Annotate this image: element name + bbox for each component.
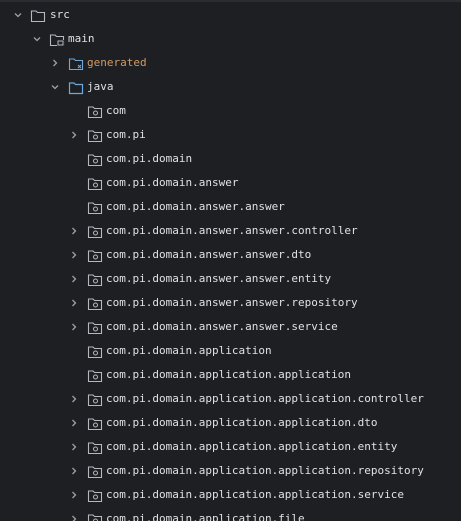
chevron-right-icon[interactable] (68, 483, 80, 507)
package-icon (87, 296, 103, 311)
chevron-right-icon[interactable] (68, 243, 80, 267)
package-icon (87, 464, 103, 479)
package-icon (87, 392, 103, 407)
chevron-right-icon[interactable] (68, 123, 80, 147)
tree-node-label: com.pi.domain.answer (106, 176, 239, 189)
tree-node-label: java (87, 80, 114, 93)
tree-node-label: com.pi.domain.application (106, 344, 272, 357)
package-icon (87, 248, 103, 263)
tree-node-package[interactable]: com.pi.domain (0, 147, 461, 171)
tree-node-label: com (106, 104, 126, 117)
package-icon (87, 344, 103, 359)
package-icon (87, 200, 103, 215)
package-icon (87, 176, 103, 191)
tree-node-label: com.pi.domain.application.application.re… (106, 464, 424, 477)
tree-node-main[interactable]: main (0, 27, 461, 51)
chevron-right-icon[interactable] (68, 459, 80, 483)
tree-node-package[interactable]: com.pi.domain.application.application.re… (0, 459, 461, 483)
chevron-right-icon[interactable] (68, 435, 80, 459)
tree-node-java[interactable]: java (0, 75, 461, 99)
tree-node-label: com.pi.domain.application.application.dt… (106, 416, 378, 429)
tree-node-label: com.pi.domain (106, 152, 193, 165)
tree-node-package[interactable]: com.pi.domain.application (0, 339, 461, 363)
project-tree[interactable]: src main generated java com com.pi com.pi.… (0, 3, 461, 521)
tree-node-package[interactable]: com.pi.domain.application.application (0, 363, 461, 387)
tree-node-label: com.pi.domain.application.application.co… (106, 392, 424, 405)
tree-node-label: com.pi.domain.application.file (106, 512, 305, 521)
tree-node-package[interactable]: com.pi.domain.application.application.se… (0, 483, 461, 507)
tree-node-label: src (50, 8, 70, 21)
panel-top-border (0, 0, 461, 2)
chevron-right-icon[interactable] (68, 315, 80, 339)
tree-node-label: com.pi.domain.application.application.se… (106, 488, 405, 501)
tree-node-package[interactable]: com.pi.domain.application.application.co… (0, 387, 461, 411)
tree-node-package[interactable]: com.pi.domain.answer.answer.entity (0, 267, 461, 291)
package-icon (87, 440, 103, 455)
package-list: com com.pi com.pi.domain com.pi.domain.answ… (0, 99, 461, 521)
tree-node-generated[interactable]: generated (0, 51, 461, 75)
folder-icon (30, 8, 46, 23)
tree-node-label: com.pi.domain.application.application.en… (106, 440, 398, 453)
tree-node-package[interactable]: com.pi (0, 123, 461, 147)
generated-folder-icon (68, 56, 84, 71)
tree-node-label: main (68, 32, 95, 45)
tree-node-package[interactable]: com.pi.domain.application.file (0, 507, 461, 521)
package-icon (87, 320, 103, 335)
tree-node-package[interactable]: com.pi.domain.application.application.en… (0, 435, 461, 459)
chevron-down-icon[interactable] (49, 75, 61, 99)
chevron-right-icon[interactable] (68, 507, 80, 521)
package-icon (87, 368, 103, 383)
tree-node-label: com.pi (106, 128, 146, 141)
package-icon (87, 512, 103, 521)
package-icon (87, 128, 103, 143)
tree-node-package[interactable]: com.pi.domain.answer.answer.controller (0, 219, 461, 243)
chevron-right-icon[interactable] (68, 267, 80, 291)
tree-node-label: com.pi.domain.answer.answer.repository (106, 296, 358, 309)
tree-node-package[interactable]: com.pi.domain.application.application.dt… (0, 411, 461, 435)
tree-node-label: com.pi.domain.answer.answer (106, 200, 285, 213)
tree-node-label: com.pi.domain.answer.answer.dto (106, 248, 312, 261)
chevron-down-icon[interactable] (12, 3, 24, 27)
tree-node-package[interactable]: com.pi.domain.answer.answer.service (0, 315, 461, 339)
chevron-right-icon[interactable] (68, 291, 80, 315)
tree-node-package[interactable]: com.pi.domain.answer (0, 171, 461, 195)
package-icon (87, 488, 103, 503)
tree-node-package[interactable]: com (0, 99, 461, 123)
tree-node-label: generated (87, 56, 147, 69)
package-icon (87, 224, 103, 239)
tree-node-label: com.pi.domain.application.application (106, 368, 352, 381)
package-icon (87, 272, 103, 287)
chevron-down-icon[interactable] (31, 27, 43, 51)
tree-node-label: com.pi.domain.answer.answer.service (106, 320, 338, 333)
package-icon (87, 152, 103, 167)
tree-node-label: com.pi.domain.answer.answer.entity (106, 272, 332, 285)
source-root-folder-icon (68, 80, 84, 95)
tree-node-package[interactable]: com.pi.domain.answer.answer.dto (0, 243, 461, 267)
package-icon (87, 104, 103, 119)
chevron-right-icon[interactable] (68, 387, 80, 411)
chevron-right-icon[interactable] (49, 51, 61, 75)
tree-node-package[interactable]: com.pi.domain.answer.answer.repository (0, 291, 461, 315)
tree-node-label: com.pi.domain.answer.answer.controller (106, 224, 358, 237)
tree-node-package[interactable]: com.pi.domain.answer.answer (0, 195, 461, 219)
source-folder-icon (49, 32, 65, 47)
package-icon (87, 416, 103, 431)
chevron-right-icon[interactable] (68, 219, 80, 243)
chevron-right-icon[interactable] (68, 411, 80, 435)
tree-node-src[interactable]: src (0, 3, 461, 27)
